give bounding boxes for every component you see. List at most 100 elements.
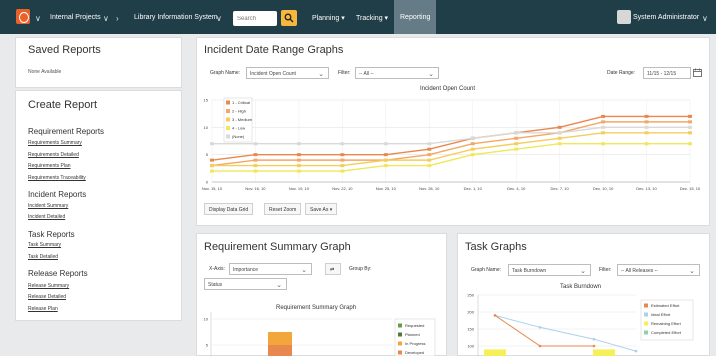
incident-point-4-low <box>514 147 519 151</box>
task-bar-remaining-effort <box>593 349 615 356</box>
incident-y-tick: 0 <box>206 180 209 185</box>
app-root: ∨ Internal Projects ∨ › Library Informat… <box>0 0 716 356</box>
release-detailed-link[interactable]: Release Detailed <box>28 294 66 300</box>
incident-point-2-high <box>470 142 475 146</box>
requirement-chart[interactable]: 10 5 Requested Planned In Progress Developed <box>197 312 446 356</box>
incident-x-tick: Nov. 15, 10 <box>202 186 223 191</box>
task-legend-label: Ideal Effort <box>651 312 671 317</box>
incident-point-none <box>557 131 562 135</box>
incident-filter-select[interactable]: -- All -- ⌄ <box>355 67 439 79</box>
chevron-down-icon: ⌄ <box>301 267 307 274</box>
task-series-line-estimated-effort <box>494 314 594 347</box>
task-summary-link[interactable]: Task Summary <box>28 242 61 248</box>
incident-legend-swatch <box>226 117 230 122</box>
logo-menu-chevron-icon[interactable]: ∨ <box>35 14 41 23</box>
requirements-summary-link[interactable]: Requirements Summary <box>28 140 82 146</box>
incident-point-1-critical <box>340 153 345 157</box>
xaxis-select[interactable]: Importance ⌄ <box>229 263 312 275</box>
saved-reports-empty: None Available <box>28 69 62 75</box>
xaxis-value: Importance <box>233 267 259 273</box>
calendar-icon[interactable] <box>693 68 702 77</box>
incident-point-2-high <box>253 158 258 162</box>
create-report-panel: Create Report Requirement Reports Requir… <box>15 90 182 321</box>
task-detailed-link[interactable]: Task Detailed <box>28 254 58 260</box>
incident-detailed-link[interactable]: Incident Detailed <box>28 214 65 220</box>
project-chevron-icon[interactable]: ∨ <box>103 14 109 23</box>
requirements-plan-link[interactable]: Requirements Plan <box>28 163 71 169</box>
task-y-tick: 150 <box>467 327 474 332</box>
task-point-estimated-effort <box>493 314 497 317</box>
incident-x-tick: Dec. 4, 10 <box>507 186 526 191</box>
planning-menu[interactable]: Planning ▾ <box>312 14 345 22</box>
incident-point-2-high <box>296 158 301 162</box>
requirement-legend-label: In Progress <box>405 341 425 346</box>
system-chevron-icon[interactable]: ∨ <box>216 14 222 23</box>
requirements-traceability-link[interactable]: Requirements Traceability <box>28 175 86 181</box>
incident-chart[interactable]: 0 5 10 15 Nov. 15, 10 Nov. 16, 10 Nov. 19, 10 N… <box>197 94 709 194</box>
incident-x-tick: Dec. 15, 10 <box>680 186 701 191</box>
requirement-y-tick: 5 <box>206 343 209 348</box>
save-as-button[interactable]: Save As ▾ <box>305 203 338 215</box>
xaxis-label: X-Axis: <box>209 266 225 272</box>
incident-point-4-low <box>210 169 214 173</box>
search-button[interactable] <box>281 10 297 26</box>
user-chevron-icon[interactable]: ∨ <box>702 14 708 23</box>
incident-point-3-medium <box>253 164 258 168</box>
groupby-select[interactable]: Status ⌄ <box>204 278 287 290</box>
date-range-input[interactable]: 11/15 - 12/15 <box>643 67 691 79</box>
swap-axes-button[interactable]: ⇄ <box>325 263 341 275</box>
system-selector[interactable]: Library Information System <box>134 14 218 21</box>
reporting-tab[interactable]: Reporting <box>394 0 436 34</box>
incident-point-4-low <box>601 142 606 146</box>
search-input[interactable] <box>233 11 277 26</box>
incident-point-4-low <box>644 142 649 146</box>
display-data-grid-button[interactable]: Display Data Grid <box>204 203 254 215</box>
incident-series-line-1-critical <box>211 115 690 161</box>
task-graph-name-label: Graph Name: <box>471 267 502 273</box>
user-menu[interactable]: System Administrator <box>633 14 699 21</box>
incident-legend-label: 4 - Low <box>232 126 245 131</box>
create-report-title: Create Report <box>28 99 98 111</box>
task-point-ideal-effort <box>592 337 596 341</box>
incident-point-2-high <box>340 158 345 162</box>
search-icon <box>284 13 294 23</box>
incident-graph-name-select[interactable]: Incident Open Count ⌄ <box>246 67 329 79</box>
task-filter-select[interactable]: -- All Releases -- ⌄ <box>617 264 700 276</box>
app-logo-icon[interactable] <box>16 9 30 24</box>
incident-point-1-critical <box>210 158 214 162</box>
incident-point-2-high <box>688 120 692 124</box>
requirements-detailed-link[interactable]: Requirements Detailed <box>28 152 79 158</box>
incident-point-1-critical <box>383 153 388 157</box>
reset-zoom-button[interactable]: Reset Zoom <box>264 203 302 215</box>
incident-point-4-low <box>470 153 475 157</box>
incident-y-tick: 10 <box>204 125 209 130</box>
requirement-summary-title: Requirement Summary Graph <box>204 241 351 253</box>
incident-series-line-none <box>212 126 690 145</box>
incident-point-none <box>514 131 519 135</box>
task-graph-name-select[interactable]: Task Burndown ⌄ <box>508 264 591 276</box>
incident-point-1-critical <box>296 153 301 157</box>
requirement-reports-heading: Requirement Reports <box>28 127 105 136</box>
user-avatar[interactable] <box>617 10 631 24</box>
incident-summary-link[interactable]: Incident Summary <box>28 203 68 209</box>
incident-point-1-critical <box>644 114 649 118</box>
incident-filter-value: -- All -- <box>359 71 374 77</box>
incident-point-4-low <box>296 169 301 173</box>
date-range-label: Date Range: <box>607 70 636 76</box>
requirement-chart-title: Requirement Summary Graph <box>276 305 357 311</box>
task-chart[interactable]: 250 200 150 100 Estimated Effort Ideal Effort… <box>458 290 709 356</box>
requirement-legend-swatch <box>398 341 402 346</box>
release-summary-link[interactable]: Release Summary <box>28 283 69 289</box>
incident-point-3-medium <box>644 131 649 135</box>
saved-reports-panel: Saved Reports None Available <box>15 37 182 88</box>
incident-point-1-critical <box>688 114 692 118</box>
tracking-menu[interactable]: Tracking ▾ <box>356 14 388 22</box>
release-plan-link[interactable]: Release Plan <box>28 306 58 312</box>
task-point-ideal-effort <box>538 326 542 329</box>
date-range-value: 11/15 - 12/15 <box>647 71 677 77</box>
incident-legend-swatch <box>226 134 230 139</box>
incident-point-2-high <box>427 153 432 157</box>
project-selector[interactable]: Internal Projects <box>50 14 101 21</box>
task-graph-name-value: Task Burndown <box>512 268 547 274</box>
task-point-estimated-effort <box>538 344 542 348</box>
